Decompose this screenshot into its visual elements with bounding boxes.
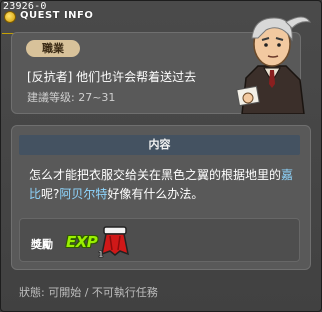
job-badge: 職業 (26, 40, 80, 57)
content-header: 内容 (19, 135, 300, 155)
description-part: 呢? (41, 187, 60, 201)
description-part: 怎么才能把衣服交给关在黑色之翼的根据地里的 (29, 168, 282, 182)
reward-box (19, 218, 300, 262)
window-title: QUEST INFO (20, 10, 94, 21)
exp-icon: EXP (66, 233, 98, 251)
description-part: 好像有什么办法。 (107, 187, 204, 201)
quest-status: 狀態: 可開始 / 不可執行任務 (19, 286, 158, 299)
reward-item-count: 1 (98, 250, 104, 258)
npc-name-link[interactable]: 阿贝尔特 (59, 187, 107, 201)
title-bar[interactable]: QUEST INFO (2, 10, 162, 34)
quest-description: 怎么才能把衣服交给关在黑色之翼的根据地里的嘉比呢?阿贝尔特好像有什么办法。 (29, 166, 305, 204)
npc-portrait-icon (236, 16, 312, 114)
level-requirement: 建議等级: 27~31 (27, 91, 116, 104)
reward-label: 獎勵 (31, 238, 53, 251)
quest-name: [反抗者] 他们也许会帮着送过去 (27, 70, 197, 84)
red-cape-icon[interactable]: 1 (98, 224, 132, 258)
quest-info-icon (4, 11, 16, 23)
